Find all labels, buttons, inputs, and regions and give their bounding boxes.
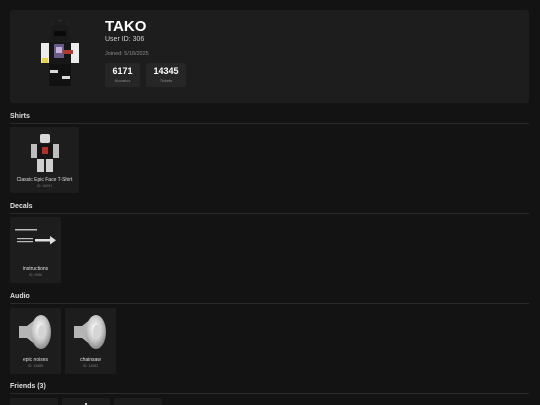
decal-thumbnail-icon <box>15 229 56 245</box>
section-title-shirts: Shirts <box>10 113 30 120</box>
item-name: instructions <box>22 266 49 272</box>
stat-novabux: 6171 Novabux <box>105 63 140 87</box>
divider <box>10 303 529 304</box>
divider <box>10 393 529 394</box>
friend-card[interactable] <box>62 398 110 405</box>
stat-value: 6171 <box>112 66 133 76</box>
joined-date: Joined: 5/18/2025 <box>105 51 149 57</box>
item-id: ID: 16091 <box>36 184 53 188</box>
item-id: ID: 13685 <box>27 364 44 368</box>
audio-card[interactable]: chainsaw ID: 13682 <box>65 308 116 374</box>
friend-card[interactable] <box>10 398 58 405</box>
divider <box>10 213 529 214</box>
shirt-thumbnail-icon <box>31 134 59 172</box>
speaker-icon <box>74 315 106 349</box>
divider <box>10 123 529 124</box>
section-title-audio: Audio <box>10 293 30 300</box>
decal-card[interactable]: instructions ID: 9986 <box>10 217 61 283</box>
avatar <box>38 18 82 98</box>
stat-tickets: 14345 Tickets <box>146 63 186 87</box>
stat-value: 14345 <box>153 66 179 76</box>
item-id: ID: 13682 <box>82 364 99 368</box>
friend-card[interactable] <box>114 398 162 405</box>
stat-label: Tickets <box>159 78 173 83</box>
audio-card[interactable]: epic noises ID: 13685 <box>10 308 61 374</box>
shirt-card[interactable]: Classic Epic Face T-Shirt ID: 16091 <box>10 127 79 193</box>
profile-card: TAKO User ID: 306 Joined: 5/18/2025 6171… <box>10 10 529 103</box>
section-title-decals: Decals <box>10 203 33 210</box>
speaker-icon <box>19 315 51 349</box>
item-name: chainsaw <box>80 357 101 363</box>
stat-label: Novabux <box>114 78 131 83</box>
username: TAKO <box>105 18 147 35</box>
user-id: User ID: 306 <box>105 36 145 43</box>
item-id: ID: 9986 <box>28 273 43 277</box>
item-name: Classic Epic Face T-Shirt <box>16 177 73 183</box>
section-title-friends: Friends (3) <box>10 383 46 390</box>
avatar-figure-icon <box>41 18 79 86</box>
item-name: epic noises <box>22 357 48 363</box>
